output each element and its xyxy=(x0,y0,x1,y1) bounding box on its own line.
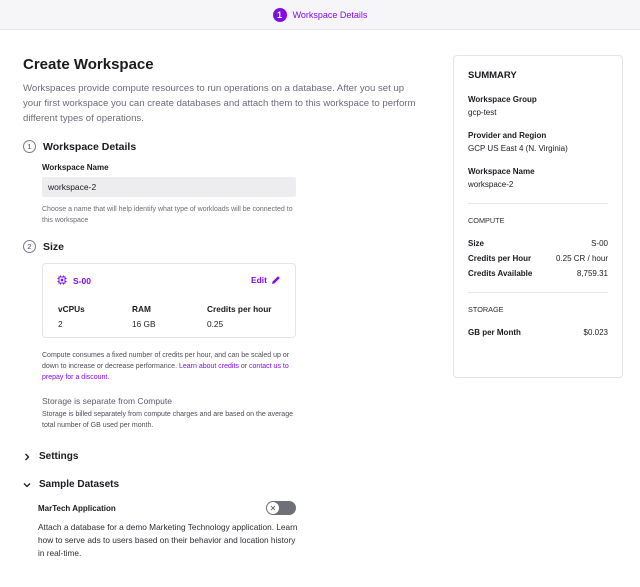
summary-storage-heading: STORAGE xyxy=(468,305,504,314)
row-value: S-00 xyxy=(591,239,608,248)
summary-row-size: Size S-00 xyxy=(468,239,608,248)
spec-value: 0.25 xyxy=(207,319,224,329)
summary-name-value: workspace-2 xyxy=(468,180,514,189)
sample-datasets-section-toggle[interactable]: Sample Datasets xyxy=(23,479,423,490)
summary-compute-heading: COMPUTE xyxy=(468,216,505,225)
row-value: $0.023 xyxy=(583,328,608,337)
row-label: Credits Available xyxy=(468,269,533,278)
step-title[interactable]: Workspace Details xyxy=(293,10,368,20)
summary-provider-value: GCP US East 4 (N. Virginia) xyxy=(468,144,568,153)
summary-group-label: Workspace Group xyxy=(468,95,537,104)
stepper-bar: 1 Workspace Details xyxy=(0,0,640,30)
row-value: 8,759.31 xyxy=(576,269,608,278)
edit-label: Edit xyxy=(250,275,267,285)
compute-note: Compute consumes a fixed number of credi… xyxy=(42,350,302,383)
dataset-title: MarTech Application xyxy=(38,503,116,513)
spec-ram: RAM 16 GB xyxy=(132,304,156,329)
divider xyxy=(468,203,608,204)
page-title: Create Workspace xyxy=(23,56,154,73)
page-intro: Workspaces provide compute resources to … xyxy=(23,83,416,124)
row-label: Credits per Hour xyxy=(468,254,532,263)
size-name: S-00 xyxy=(73,276,91,286)
summary-group-value: gcp-test xyxy=(468,108,497,117)
edit-size-button[interactable]: Edit xyxy=(251,275,281,285)
step-number-badge: 1 xyxy=(272,7,287,22)
spec-credits: Credits per hour 0.25 xyxy=(207,304,272,329)
compute-note-or: or xyxy=(238,363,250,370)
pencil-icon xyxy=(272,276,280,284)
size-section-header: 2 Size xyxy=(23,240,423,253)
summary-name-label: Workspace Name xyxy=(468,167,535,176)
workspace-name-input[interactable]: workspace-2 xyxy=(42,177,296,197)
settings-section-toggle[interactable]: Settings xyxy=(23,451,423,462)
section-number: 1 xyxy=(23,140,36,153)
spec-value: 2 xyxy=(58,319,63,329)
dataset-description: Attach a database for a demo Marketing T… xyxy=(38,522,298,558)
chevron-right-icon xyxy=(25,453,30,460)
row-label: GB per Month xyxy=(468,328,521,337)
spec-label: Credits per hour xyxy=(207,304,272,314)
workspace-name-help: Choose a name that will help identify wh… xyxy=(42,206,293,224)
summary-title: SUMMARY xyxy=(468,70,517,81)
settings-title: Settings xyxy=(39,451,79,462)
spec-label: vCPUs xyxy=(58,304,85,314)
main-content: Create Workspace Workspaces provide comp… xyxy=(23,52,423,560)
row-value: 0.25 CR / hour xyxy=(555,254,608,263)
chevron-down-icon xyxy=(23,482,31,487)
section-title: Size xyxy=(43,240,65,253)
summary-panel: SUMMARY Workspace Group gcp-test Provide… xyxy=(453,55,623,378)
section-title: Workspace Details xyxy=(43,140,137,153)
spec-vcpus: vCPUs 2 xyxy=(58,304,85,329)
divider xyxy=(468,292,608,293)
close-icon: ✕ xyxy=(267,502,279,514)
learn-credits-link[interactable]: Learn about credits xyxy=(179,363,239,370)
section-number: 2 xyxy=(23,240,36,253)
row-label: Size xyxy=(468,239,485,248)
chip-icon xyxy=(57,275,67,285)
size-card: S-00 Edit vCPUs 2 RAM 16 GB Credits per … xyxy=(42,263,296,338)
spec-label: RAM xyxy=(132,304,151,314)
workspace-details-section-header: 1 Workspace Details xyxy=(23,140,423,153)
summary-row-gb-per-month: GB per Month $0.023 xyxy=(468,328,608,337)
summary-row-credits-per-hour: Credits per Hour 0.25 CR / hour xyxy=(468,254,608,263)
spec-value: 16 GB xyxy=(132,319,156,329)
sample-datasets-title: Sample Datasets xyxy=(39,479,120,490)
dataset-toggle[interactable]: ✕ xyxy=(266,501,296,515)
storage-note: Storage is billed separately from comput… xyxy=(42,411,293,429)
summary-row-credits-available: Credits Available 8,759.31 xyxy=(468,269,608,278)
dataset-header: MarTech Application ✕ xyxy=(38,501,296,515)
workspace-name-label: Workspace Name xyxy=(42,163,109,172)
summary-provider-label: Provider and Region xyxy=(468,131,547,140)
storage-heading: Storage is separate from Compute xyxy=(42,396,172,406)
